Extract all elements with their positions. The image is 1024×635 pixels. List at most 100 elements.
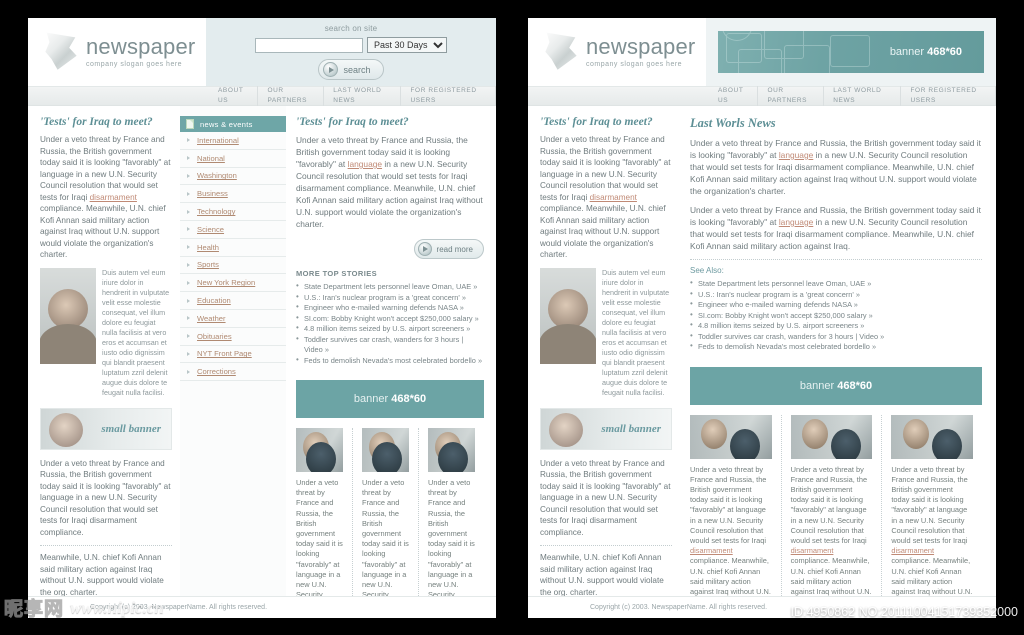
right-headline: Last Worls News xyxy=(690,116,776,130)
more-top-stories-heading: MORE TOP STORIES xyxy=(296,269,378,278)
sidebar-item-international[interactable]: International xyxy=(180,132,286,150)
read-more-button[interactable]: read more xyxy=(413,239,484,259)
site-logo[interactable]: newspaper company slogan goes here xyxy=(528,29,706,75)
header-banner-ad[interactable]: banner 468*60 xyxy=(718,31,984,73)
left-brief-1: Under a veto threat by France and Russia… xyxy=(40,458,171,537)
sidebar-item-corrections[interactable]: Corrections xyxy=(180,363,286,382)
search-button-label: search xyxy=(343,64,371,75)
list-item[interactable]: Toddler survives car crash, wanders for … xyxy=(690,331,982,343)
language-link[interactable]: language xyxy=(779,217,813,227)
small-banner-ad[interactable]: small banner xyxy=(40,407,172,450)
search-range-select[interactable]: Past 30 Days xyxy=(367,37,447,53)
card-thumbnail xyxy=(790,414,873,459)
site-title: newspaper xyxy=(86,34,196,59)
topnav-item-for-registered-users[interactable]: FOR REGISTERED USERS xyxy=(901,86,996,106)
left-column: 'Tests' for Iraq to meet? Under a veto t… xyxy=(28,106,180,618)
list-item[interactable]: State Department lets personnel leave Om… xyxy=(690,278,982,290)
list-item[interactable]: Toddler survives car crash, wanders for … xyxy=(296,334,484,356)
site-title: newspaper xyxy=(586,34,696,59)
content-area: 'Tests' for Iraq to meet? Under a veto t… xyxy=(528,106,996,618)
list-item[interactable]: Feds to demolish Nevada's most celebrate… xyxy=(690,341,982,353)
copyright-text: Copyright (c) 2003. NewspaperName. All r… xyxy=(590,604,768,611)
list-item[interactable]: Engineer who e-mailed warning defends NA… xyxy=(296,302,484,314)
card-thumbnail xyxy=(428,428,475,472)
topnav-item-our-partners[interactable]: OUR PARTNERS xyxy=(258,86,325,106)
sidebar-item-obituaries[interactable]: Obituaries xyxy=(180,328,286,346)
sidebar-item-education[interactable]: Education xyxy=(180,292,286,310)
bullet-arrow-icon xyxy=(187,280,190,285)
see-also-list: State Department lets personnel leave Om… xyxy=(690,278,982,353)
list-item[interactable]: 4.8 million items seized by U.S. airport… xyxy=(296,323,484,335)
banner-prefix: banner xyxy=(889,46,928,58)
list-item[interactable]: Feds to demolish Nevada's most celebrate… xyxy=(296,355,484,367)
banner-ad-468x60[interactable]: banner 468*60 xyxy=(296,380,484,418)
banner-photo xyxy=(49,412,83,447)
screenshot-stage: newspaper company slogan goes here searc… xyxy=(0,0,1024,635)
small-banner-ad[interactable]: small banner xyxy=(540,407,672,450)
masthead-banner-area: banner 468*60 xyxy=(706,18,996,86)
search-input[interactable] xyxy=(255,37,363,53)
photo-caption: Duis autem vel eum iriure dolor in hendr… xyxy=(102,267,170,397)
language-link[interactable]: language xyxy=(348,159,382,169)
topnav-item-last-world-news[interactable]: LAST WORLD NEWS xyxy=(824,86,902,106)
topnav-item-for-registered-users[interactable]: FOR REGISTERED USERS xyxy=(401,86,496,106)
disarmament-link[interactable]: disarmament xyxy=(590,193,637,202)
banner-size: 468*60 xyxy=(927,46,962,58)
search-label: search on site xyxy=(324,24,378,33)
sidebar-item-new-york-region[interactable]: New York Region xyxy=(180,274,286,293)
card: Under a veto threat by France and Russia… xyxy=(352,428,418,618)
disarmament-link[interactable]: disarmament xyxy=(90,193,137,202)
search-button[interactable]: search xyxy=(318,59,384,80)
disarmament-link[interactable]: disarmament xyxy=(791,546,834,555)
list-item[interactable]: SI.com: Bobby Knight won't accept $250,0… xyxy=(296,313,484,325)
top-navigation: ABOUT US OUR PARTNERS LAST WORLD NEWS FO… xyxy=(28,86,496,106)
banner-prefix: banner xyxy=(353,393,392,405)
sidebar-list: International National Washington Busine… xyxy=(180,132,286,382)
left-column: 'Tests' for Iraq to meet? Under a veto t… xyxy=(528,106,680,618)
list-item[interactable]: SI.com: Bobby Knight won't accept $250,0… xyxy=(690,310,982,322)
list-item[interactable]: U.S.: Iran's nuclear program is a 'great… xyxy=(690,289,982,301)
card-row: Under a veto threat by France and Russia… xyxy=(296,428,484,618)
sidebar-item-national[interactable]: National xyxy=(180,150,286,168)
topnav-item-our-partners[interactable]: OUR PARTNERS xyxy=(758,86,825,106)
list-item[interactable]: 4.8 million items seized by U.S. airport… xyxy=(690,320,982,332)
language-link[interactable]: language xyxy=(779,150,813,160)
banner-ad-468x60[interactable]: banner 468*60 xyxy=(690,366,982,405)
flag-logo-icon xyxy=(42,29,82,75)
top-navigation: ABOUT US OUR PARTNERS LAST WORLD NEWS FO… xyxy=(528,86,996,106)
play-arrow-icon xyxy=(323,62,339,77)
play-arrow-icon xyxy=(417,242,432,256)
sidebar-item-washington[interactable]: Washington xyxy=(180,168,286,186)
left-article-text: Under a veto threat by France and Russia… xyxy=(540,135,671,259)
bullet-arrow-icon xyxy=(187,173,190,178)
sidebar-item-health[interactable]: Health xyxy=(180,239,286,257)
site-logo[interactable]: newspaper company slogan goes here xyxy=(28,29,206,75)
sidebar-item-nyt-front-page[interactable]: NYT Front Page xyxy=(180,346,286,364)
divider xyxy=(690,259,982,260)
small-banner-label: small banner xyxy=(601,422,661,435)
sidebar-item-technology[interactable]: Technology xyxy=(180,203,286,221)
sidebar-item-business[interactable]: Business xyxy=(180,185,286,204)
card-text-before: Under a veto threat by France and Russia… xyxy=(891,464,968,545)
sidebar-item-sports[interactable]: Sports xyxy=(180,257,286,275)
disarmament-link[interactable]: disarmament xyxy=(690,546,733,555)
article-photo-block: Duis autem vel eum iriure dolor in hendr… xyxy=(540,267,672,398)
list-item[interactable]: Engineer who e-mailed warning defends NA… xyxy=(690,299,982,311)
list-item[interactable]: U.S.: Iran's nuclear program is a 'great… xyxy=(296,292,484,304)
sidebar-item-weather[interactable]: Weather xyxy=(180,310,286,328)
topnav-item-about-us[interactable]: ABOUT US xyxy=(706,86,759,106)
card: Under a veto threat by France and Russia… xyxy=(690,414,781,618)
left-headline: 'Tests' for Iraq to meet? xyxy=(540,116,653,128)
bullet-arrow-icon xyxy=(187,316,190,321)
main-article-text: Under a veto threat by France and Russia… xyxy=(296,135,483,229)
disarmament-link[interactable]: disarmament xyxy=(891,546,934,555)
card-text: Under a veto threat by France and Russia… xyxy=(891,465,973,618)
sidebar-item-science[interactable]: Science xyxy=(180,221,286,239)
document-icon xyxy=(186,119,194,129)
topnav-item-about-us[interactable]: ABOUT US xyxy=(206,86,259,106)
list-item[interactable]: State Department lets personnel leave Om… xyxy=(296,281,484,293)
topnav-item-last-world-news[interactable]: LAST WORLD NEWS xyxy=(324,86,402,106)
more-top-stories-list: State Department lets personnel leave Om… xyxy=(296,281,484,367)
banner-photo xyxy=(549,412,583,447)
content-area: 'Tests' for Iraq to meet? Under a veto t… xyxy=(28,106,496,618)
